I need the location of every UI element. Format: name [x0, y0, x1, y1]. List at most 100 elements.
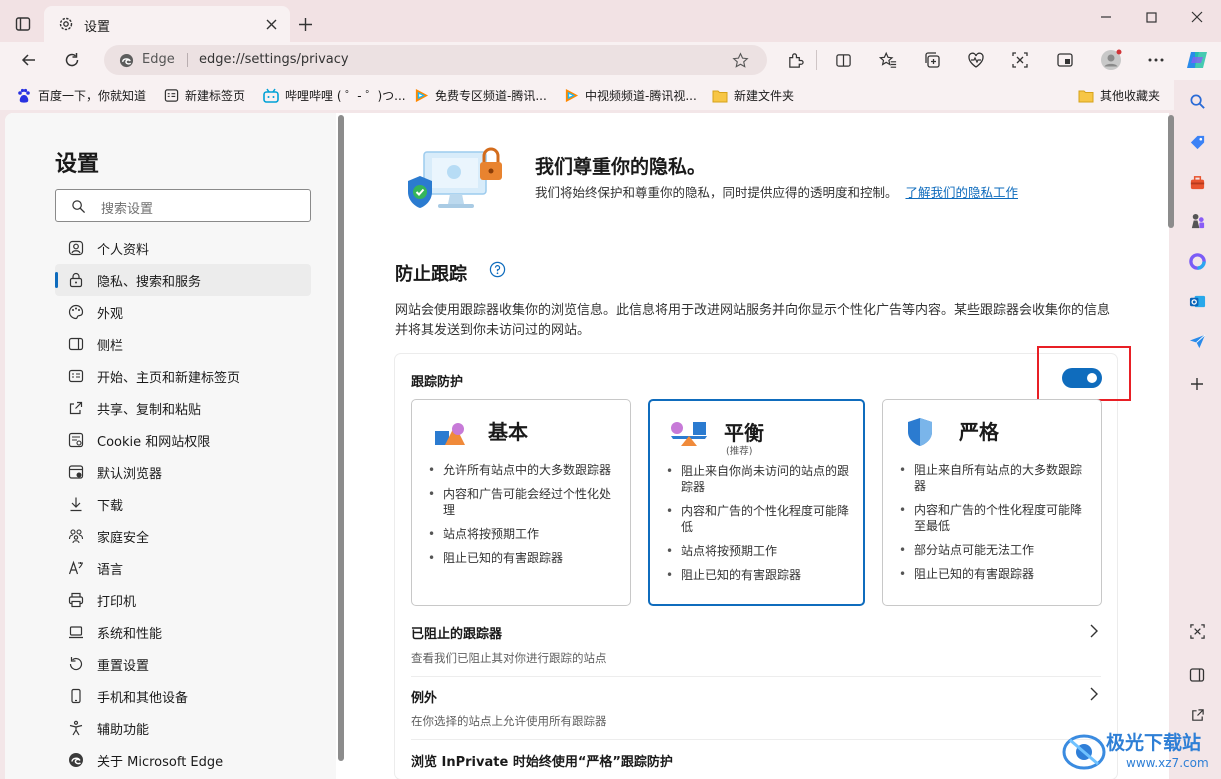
- maximize-button[interactable]: [1143, 9, 1159, 25]
- feature-item: 阻止来自你尚未访问的站点的跟踪器: [664, 463, 851, 495]
- content-scrollbar[interactable]: [1168, 115, 1174, 228]
- nav-label: 系统和性能: [97, 626, 163, 642]
- fav-item-new-folder[interactable]: 新建文件夹: [712, 87, 794, 104]
- split-screen-icon[interactable]: [834, 51, 852, 69]
- accessibility-icon: [67, 720, 84, 737]
- screenshot-icon[interactable]: [1188, 622, 1206, 640]
- favorites-icon[interactable]: [879, 51, 897, 69]
- address-bar[interactable]: Edge edge://settings/privacy: [104, 45, 767, 75]
- close-icon[interactable]: [264, 17, 278, 31]
- fav-item-tencent-free[interactable]: 免费专区频道-腾讯...: [413, 87, 547, 104]
- collections-icon[interactable]: [923, 51, 941, 69]
- phone-icon: [67, 688, 84, 705]
- outlook-icon[interactable]: [1188, 292, 1206, 310]
- option-balanced[interactable]: 平衡 (推荐) 阻止来自你尚未访问的站点的跟踪器 内容和广告的个性化程度可能降低…: [648, 399, 865, 606]
- nav-item-profile[interactable]: 个人资料: [55, 232, 311, 264]
- fav-item-new-tab[interactable]: 新建标签页: [163, 87, 245, 104]
- nav-scrollbar[interactable]: [338, 115, 344, 761]
- extensions-icon[interactable]: [786, 51, 804, 69]
- hide-sidebar-icon[interactable]: [1188, 666, 1206, 684]
- nav-item-family[interactable]: 家庭安全: [55, 520, 311, 552]
- fav-item-other-favorites[interactable]: 其他收藏夹: [1078, 87, 1160, 104]
- help-icon[interactable]: [488, 260, 506, 278]
- chevron-right-icon[interactable]: [1089, 686, 1099, 702]
- nav-item-phone[interactable]: 手机和其他设备: [55, 680, 311, 712]
- nav-label: 开始、主页和新建标签页: [97, 370, 241, 386]
- back-button[interactable]: [20, 51, 38, 69]
- exceptions-title[interactable]: 例外: [411, 687, 437, 706]
- address-url[interactable]: edge://settings/privacy: [199, 52, 349, 67]
- privacy-heading: 我们尊重你的隐私。: [535, 156, 707, 178]
- search-input[interactable]: 搜索设置: [55, 189, 311, 222]
- games-icon[interactable]: [1188, 212, 1206, 230]
- svg-text:极光下载站: 极光下载站: [1106, 731, 1201, 754]
- new-tab-button[interactable]: [297, 16, 313, 32]
- address-site: Edge: [142, 52, 175, 67]
- reset-icon: [67, 656, 84, 673]
- nav-item-language[interactable]: 语言: [55, 552, 311, 584]
- blocked-trackers-title[interactable]: 已阻止的跟踪器: [411, 623, 502, 642]
- family-icon: [67, 528, 84, 545]
- option-basic[interactable]: 基本 允许所有站点中的大多数跟踪器 内容和广告可能会经过个性化处理 站点将按预期…: [411, 399, 631, 606]
- fav-label: 免费专区频道-腾讯...: [435, 89, 547, 103]
- nav-item-appearance[interactable]: 外观: [55, 296, 311, 328]
- option-features: 阻止来自所有站点的大多数跟踪器 内容和广告的个性化程度可能降至最低 部分站点可能…: [897, 462, 1089, 590]
- search-icon: [70, 198, 86, 214]
- send-icon[interactable]: [1188, 332, 1206, 350]
- nav-item-accessibility[interactable]: 辅助功能: [55, 712, 311, 744]
- nav-item-system[interactable]: 系统和性能: [55, 616, 311, 648]
- star-icon[interactable]: [732, 52, 749, 69]
- fav-label: 新建文件夹: [734, 89, 795, 103]
- feature-item: 内容和广告可能会经过个性化处理: [426, 486, 618, 518]
- minimize-button[interactable]: [1098, 9, 1114, 25]
- nav-item-default-browser[interactable]: 默认浏览器: [55, 456, 311, 488]
- fav-item-tencent-mid[interactable]: 中视频频道-腾讯视...: [563, 87, 697, 104]
- feature-item: 站点将按预期工作: [426, 526, 618, 542]
- feature-item: 允许所有站点中的大多数跟踪器: [426, 462, 618, 478]
- tab-settings[interactable]: 设置: [44, 6, 290, 42]
- tools-icon[interactable]: [1188, 173, 1206, 191]
- web-capture-icon[interactable]: [1011, 51, 1029, 69]
- option-strict[interactable]: 严格 阻止来自所有站点的大多数跟踪器 内容和广告的个性化程度可能降至最低 部分站…: [882, 399, 1102, 606]
- copilot-icon[interactable]: [1184, 47, 1210, 73]
- privacy-link[interactable]: 了解我们的隐私工作: [905, 185, 1018, 200]
- avatar[interactable]: [1099, 48, 1123, 72]
- fav-item-baidu[interactable]: 百度一下，你就知道: [16, 87, 146, 104]
- feature-item: 阻止已知的有害跟踪器: [664, 567, 851, 583]
- nav-item-sidebar[interactable]: 侧栏: [55, 328, 311, 360]
- more-options-icon[interactable]: [1147, 51, 1165, 69]
- nav-item-downloads[interactable]: 下载: [55, 488, 311, 520]
- shopping-tag-icon[interactable]: [1188, 133, 1206, 151]
- new-tab-icon: [163, 88, 179, 104]
- add-icon[interactable]: [1188, 375, 1206, 393]
- tab-actions-icon[interactable]: [14, 15, 32, 33]
- watermark-logo: 极光下载站 www.xz7.com: [1060, 722, 1216, 776]
- chevron-right-icon[interactable]: [1089, 623, 1099, 639]
- gear-icon: [58, 16, 74, 32]
- workspaces-icon[interactable]: [1056, 51, 1074, 69]
- sidebar-icon: [67, 336, 84, 353]
- edge-icon: [67, 752, 84, 769]
- fav-item-bilibili[interactable]: 哔哩哔哩 ( ゜- ゜)つ...: [263, 87, 406, 104]
- nav-label: 语言: [97, 562, 124, 578]
- window-close-button[interactable]: [1189, 9, 1205, 25]
- nav-label: 家庭安全: [97, 530, 150, 546]
- fav-label: 新建标签页: [185, 89, 246, 103]
- browser-essentials-icon[interactable]: [967, 51, 985, 69]
- nav-item-share[interactable]: 共享、复制和粘贴: [55, 392, 311, 424]
- edge-logo-icon: [118, 52, 134, 68]
- nav-item-cookies[interactable]: Cookie 和网站权限: [55, 424, 311, 456]
- nav-label: Cookie 和网站权限: [97, 434, 211, 450]
- nav-item-reset[interactable]: 重置设置: [55, 648, 311, 680]
- refresh-button[interactable]: [63, 51, 81, 69]
- folder-icon: [712, 88, 728, 104]
- microsoft365-icon[interactable]: [1188, 252, 1206, 270]
- nav-item-printer[interactable]: 打印机: [55, 584, 311, 616]
- nav-item-privacy[interactable]: 隐私、搜索和服务: [55, 264, 311, 296]
- home-icon: [67, 368, 84, 385]
- nav-item-about[interactable]: 关于 Microsoft Edge: [55, 744, 311, 776]
- search-icon[interactable]: [1188, 92, 1206, 110]
- row-divider: [411, 739, 1101, 740]
- nav-item-start-home[interactable]: 开始、主页和新建标签页: [55, 360, 311, 392]
- palette-icon: [67, 304, 84, 321]
